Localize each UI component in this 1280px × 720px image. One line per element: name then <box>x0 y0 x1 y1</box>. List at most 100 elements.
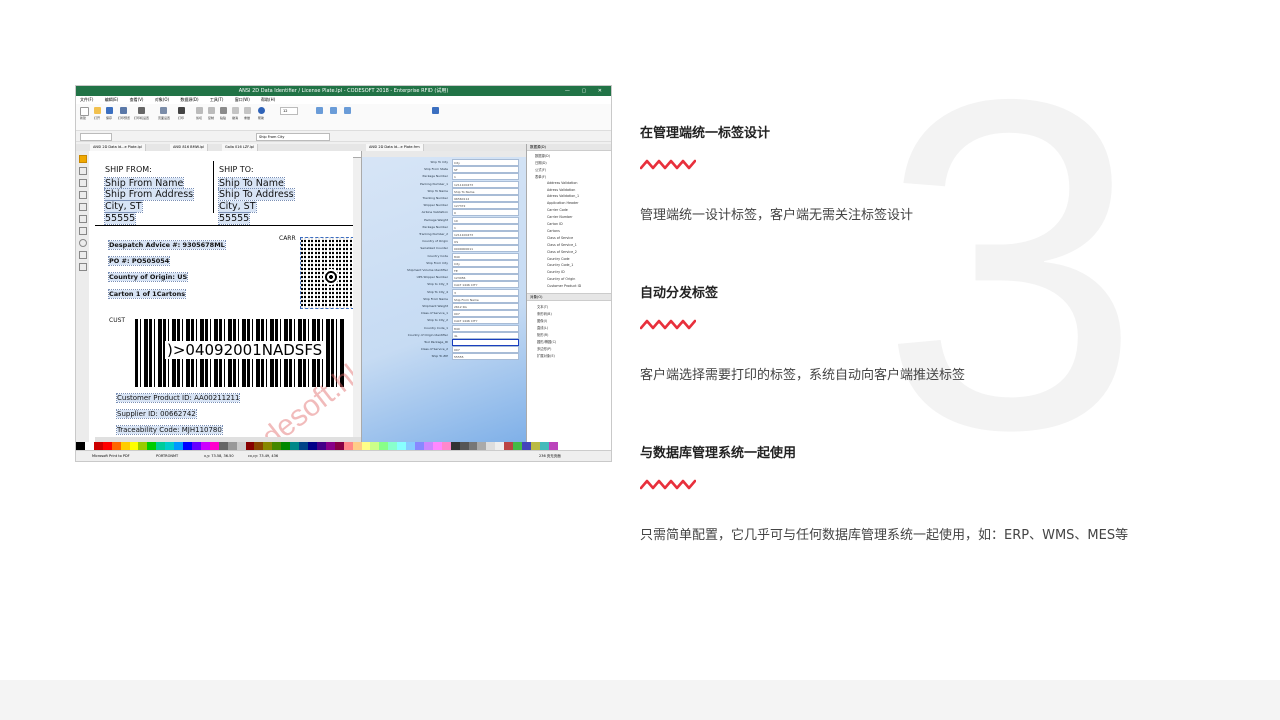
palette-swatch[interactable] <box>237 442 246 450</box>
datasource-item[interactable]: Country Code_1 <box>547 263 573 267</box>
palette-swatch[interactable] <box>147 442 156 450</box>
datasource-item[interactable]: Country ID <box>547 270 565 274</box>
undo-icon[interactable] <box>232 107 239 114</box>
datasource-item[interactable]: Customer Product ID <box>547 284 581 288</box>
form-field-input[interactable]: 0 <box>452 209 519 216</box>
palette-swatch[interactable] <box>228 442 237 450</box>
rectangle-tool-icon[interactable] <box>79 227 87 235</box>
traceability-code[interactable]: Traceability Code: MJH110780 <box>117 426 222 434</box>
palette-swatch[interactable] <box>174 442 183 450</box>
palette-swatch[interactable] <box>308 442 317 450</box>
print-preview-icon[interactable] <box>120 107 127 114</box>
paragraph-tool-icon[interactable] <box>79 179 87 187</box>
object-tool-item[interactable]: 多边形(P) <box>537 346 551 351</box>
datasource-item[interactable]: Cartons <box>547 229 560 233</box>
form-field-input[interactable]: City <box>452 159 519 166</box>
ship-from-city[interactable]: City, ST <box>105 201 142 212</box>
palette-swatch[interactable] <box>388 442 397 450</box>
label-canvas[interactable]: SHIP FROM: SHIP TO: Ship From Name Ship … <box>95 157 353 437</box>
palette-swatch[interactable] <box>486 442 495 450</box>
form-field-input[interactable] <box>452 339 519 346</box>
menu-object[interactable]: 对象(O) <box>155 97 169 102</box>
datasource-item[interactable]: Class of Service_2 <box>547 250 577 254</box>
menu-edit[interactable]: 编辑(E) <box>105 97 119 102</box>
palette-swatch[interactable] <box>138 442 147 450</box>
text-tool-icon[interactable] <box>79 167 87 175</box>
form-field-input[interactable]: 96560112 <box>452 195 519 202</box>
datasource-item[interactable]: Class of Service_1 <box>547 243 577 247</box>
form-field-input[interactable]: 0000000011 <box>452 245 519 252</box>
palette-swatch[interactable] <box>442 442 451 450</box>
datasource-item[interactable]: Carrier Number <box>547 215 573 219</box>
cut-icon[interactable] <box>196 107 203 114</box>
carton-count[interactable]: Carton 1 of 1Cartons <box>109 290 185 298</box>
palette-swatch[interactable] <box>549 442 558 450</box>
menu-view[interactable]: 查看(V) <box>130 97 144 102</box>
tab-form[interactable]: ANSI 2D Data Id...e Plate.frm <box>366 144 424 151</box>
menu-tools[interactable]: 工具(T) <box>210 97 224 102</box>
datasource-item[interactable]: Carton ID <box>547 222 563 226</box>
ship-to-address[interactable]: Ship To Address <box>219 189 294 200</box>
palette-swatch[interactable] <box>112 442 121 450</box>
palette-swatch[interactable] <box>210 442 219 450</box>
datasource-item[interactable]: Application Header <box>547 201 578 205</box>
menu-help[interactable]: 帮助(H) <box>261 97 275 102</box>
paste-icon[interactable] <box>220 107 227 114</box>
tab-license-plate[interactable]: ANSI 2D Data Id...e Plate.lpl <box>90 144 146 151</box>
palette-swatch[interactable] <box>397 442 406 450</box>
form-field-input[interactable]: 1 <box>452 224 519 231</box>
form-field-input[interactable]: Ship From Name <box>452 296 519 303</box>
palette-swatch[interactable] <box>451 442 460 450</box>
ship-from-zip[interactable]: 55555 <box>105 213 135 224</box>
object-tool-item[interactable]: 圆形/椭圆(C) <box>537 339 556 344</box>
window-controls[interactable]: — ▢ ✕ <box>565 86 607 96</box>
datasource-item[interactable]: 表单(F) <box>535 174 546 179</box>
datasource-item[interactable]: Carrier Code <box>547 208 568 212</box>
redo-icon[interactable] <box>244 107 251 114</box>
palette-swatch[interactable] <box>317 442 326 450</box>
form-field-input[interactable]: CALT 1446 CITY <box>452 281 519 288</box>
barcode-tool-icon[interactable] <box>79 191 87 199</box>
palette-swatch[interactable] <box>85 442 94 450</box>
object-tool-item[interactable]: 文本(T) <box>537 304 548 309</box>
form-field-input[interactable]: 55555 <box>452 353 519 360</box>
color-palette[interactable] <box>76 442 611 450</box>
datasource-item[interactable]: Country Code <box>547 257 570 261</box>
country-of-origin[interactable]: Country of Origin: US <box>109 273 187 281</box>
palette-swatch[interactable] <box>326 442 335 450</box>
zoom-in-icon[interactable] <box>344 107 351 114</box>
palette-swatch[interactable] <box>272 442 281 450</box>
zoom-icon[interactable] <box>316 107 323 114</box>
palette-swatch[interactable] <box>362 442 371 450</box>
palette-swatch[interactable] <box>344 442 353 450</box>
form-field-input[interactable]: US <box>452 238 519 245</box>
palette-swatch[interactable] <box>406 442 415 450</box>
datasource-item[interactable]: 日期(D) <box>535 160 547 165</box>
form-field-input[interactable]: 1211100473 <box>452 231 519 238</box>
object-tool-item[interactable]: 扩展对象(E) <box>537 353 555 358</box>
palette-swatch[interactable] <box>424 442 433 450</box>
form-field-input[interactable]: 1211100473 <box>452 181 519 188</box>
font-name-field[interactable] <box>80 133 112 141</box>
layout-icon[interactable] <box>432 107 439 114</box>
form-field-input[interactable]: TE <box>452 267 519 274</box>
menu-window[interactable]: 窗口(W) <box>235 97 250 102</box>
printer-setup-icon[interactable] <box>138 107 145 114</box>
zoom-out-icon[interactable] <box>330 107 337 114</box>
palette-swatch[interactable] <box>415 442 424 450</box>
palette-swatch[interactable] <box>353 442 362 450</box>
form-field-input[interactable]: 1 <box>452 173 519 180</box>
new-icon[interactable] <box>80 107 89 116</box>
save-icon[interactable] <box>106 107 113 114</box>
palette-swatch[interactable] <box>165 442 174 450</box>
palette-swatch[interactable] <box>183 442 192 450</box>
palette-swatch[interactable] <box>121 442 130 450</box>
palette-swatch[interactable] <box>254 442 263 450</box>
polygon-tool-icon[interactable] <box>79 251 87 259</box>
form-field-input[interactable]: City <box>452 260 519 267</box>
palette-swatch[interactable] <box>156 442 165 450</box>
palette-swatch[interactable] <box>281 442 290 450</box>
palette-swatch[interactable] <box>593 442 602 450</box>
palette-swatch[interactable] <box>103 442 112 450</box>
palette-swatch[interactable] <box>201 442 210 450</box>
